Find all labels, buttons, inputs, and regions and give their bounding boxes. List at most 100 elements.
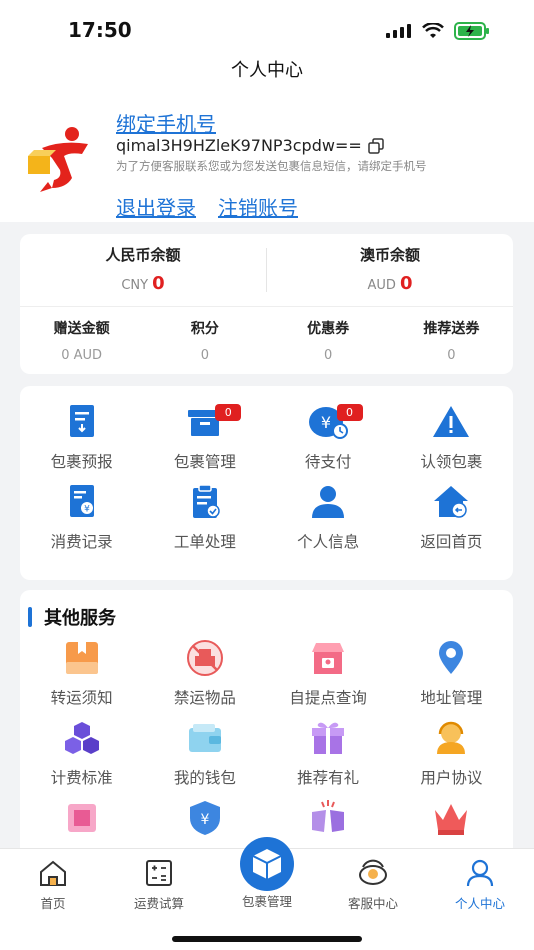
broken-package-icon xyxy=(312,800,345,832)
stat-label: 赠送金额 xyxy=(53,321,110,337)
action-back-home[interactable]: 返回首页 xyxy=(390,482,513,562)
stat-coupons[interactable]: 优惠券 0 xyxy=(267,318,390,363)
action-pending-payment[interactable]: ¥ 0 待支付 xyxy=(267,402,390,482)
service-pickup-point[interactable]: 自提点查询 xyxy=(267,638,390,718)
rmb-balance[interactable]: 人民币余额 CNY 0 xyxy=(20,244,266,294)
wifi-icon xyxy=(422,23,444,38)
account-id: qimal3H9HZleK97NP3cpdw== xyxy=(116,136,362,155)
action-expense-record[interactable]: ¥ 消费记录 xyxy=(20,482,143,562)
stat-value: 0 xyxy=(323,348,333,363)
support-agent-icon xyxy=(437,721,466,754)
section-title: 其他服务 xyxy=(44,608,116,629)
shield-yuan-icon: ¥ xyxy=(189,801,220,835)
service-label: 地址管理 xyxy=(420,689,483,707)
services-card: 其他服务 转运须知 禁运物品 自提点查询 地址管理 计费标准 我的钱包 推荐有礼… xyxy=(20,590,513,860)
divider xyxy=(20,306,513,307)
tab-parcel-manage-button[interactable] xyxy=(240,837,294,891)
gift-icon xyxy=(312,722,345,754)
tab-label: 个人中心 xyxy=(454,896,505,911)
service-shipping-notice[interactable]: 转运须知 xyxy=(20,638,143,718)
action-label: 消费记录 xyxy=(50,533,113,551)
section-accent-bar xyxy=(28,607,32,627)
rmb-balance-label: 人民币余额 xyxy=(105,246,181,264)
user-icon xyxy=(312,486,345,518)
action-label: 包裹预报 xyxy=(50,453,113,471)
book-icon xyxy=(65,642,98,674)
action-parcel-forecast[interactable]: 包裹预报 xyxy=(20,402,143,482)
cancel-account-link[interactable]: 注销账号 xyxy=(218,192,298,221)
rmb-balance-value: CNY 0 xyxy=(121,273,165,294)
wallet-icon xyxy=(188,724,221,752)
home-indicator xyxy=(172,936,362,942)
status-time: 17:50 xyxy=(68,18,132,42)
service-label: 计费标准 xyxy=(50,769,113,787)
service-label: 推荐有礼 xyxy=(297,769,360,787)
badge-parcel-count: 0 xyxy=(215,404,242,421)
service-label: 我的钱包 xyxy=(173,769,236,787)
forecast-icon xyxy=(69,405,94,437)
badge-pending-count: 0 xyxy=(336,404,363,421)
location-pin-icon xyxy=(439,641,464,674)
bottom-tab-bar: 首页 运费试算 包裹管理 客服中心 个人中心 xyxy=(0,837,534,950)
status-icons xyxy=(386,22,490,40)
calculator-icon xyxy=(146,860,172,886)
tab-freight-calc[interactable]: 运费试算 xyxy=(106,857,212,912)
service-label: 自提点查询 xyxy=(289,689,367,707)
actions-grid: ¥ 消费记录 工单处理 个人信息 返回首页 xyxy=(20,482,513,562)
services-grid: 计费标准 我的钱包 推荐有礼 用户协议 xyxy=(20,718,513,798)
service-prohibited-items[interactable]: 禁运物品 xyxy=(143,638,266,718)
tab-label-parcel: 包裹管理 xyxy=(241,894,292,909)
balance-card: 人民币余额 CNY 0 澳币余额 AUD 0 赠送金额 0 AUD 积分 0 优惠券… xyxy=(20,234,513,374)
tab-label: 运费试算 xyxy=(133,896,184,911)
logout-link[interactable]: 退出登录 xyxy=(116,192,196,221)
svg-text:¥: ¥ xyxy=(84,505,90,515)
service-referral-gift[interactable]: 推荐有礼 xyxy=(267,718,390,798)
service-pricing[interactable]: 计费标准 xyxy=(20,718,143,798)
status-bar: 17:50 xyxy=(0,0,534,54)
account-stats: 赠送金额 0 AUD 积分 0 优惠券 0 推荐送券 0 xyxy=(20,318,513,363)
account-id-row: qimal3H9HZleK97NP3cpdw== xyxy=(116,136,384,155)
service-label: 用户协议 xyxy=(420,769,483,787)
crown-icon xyxy=(435,804,468,835)
bind-phone-link[interactable]: 绑定手机号 xyxy=(116,108,216,137)
claim-warning-icon xyxy=(433,406,470,437)
tab-home[interactable]: 首页 xyxy=(0,857,106,912)
aud-balance[interactable]: 澳币余额 AUD 0 xyxy=(267,244,513,294)
action-personal-info[interactable]: 个人信息 xyxy=(267,482,390,562)
page-title: 个人中心 xyxy=(231,60,303,81)
cubes-icon xyxy=(64,722,99,754)
profile-links: 退出登录 注销账号 xyxy=(116,192,298,221)
action-label: 返回首页 xyxy=(420,533,483,551)
profile-header: 绑定手机号 qimal3H9HZleK97NP3cpdw== 为了方便客服联系您… xyxy=(0,98,534,222)
stat-gift-amount[interactable]: 赠送金额 0 AUD xyxy=(20,318,143,363)
section-header: 其他服务 xyxy=(28,604,116,630)
tab-label: 首页 xyxy=(40,896,66,911)
copy-icon[interactable] xyxy=(368,137,384,154)
nav-bar: 个人中心 xyxy=(0,54,534,98)
action-parcel-manage[interactable]: 0 包裹管理 xyxy=(143,402,266,482)
brand-logo xyxy=(28,127,88,192)
parcel-box-icon xyxy=(252,849,282,879)
services-grid: 转运须知 禁运物品 自提点查询 地址管理 xyxy=(20,638,513,718)
profile-user-icon xyxy=(466,859,494,887)
service-address-manage[interactable]: 地址管理 xyxy=(390,638,513,718)
action-label: 认领包裹 xyxy=(420,453,483,471)
stat-referral-coupons[interactable]: 推荐送券 0 xyxy=(390,318,513,363)
service-wallet[interactable]: 我的钱包 xyxy=(143,718,266,798)
battery-charging-icon xyxy=(454,22,489,40)
tab-customer-service[interactable]: 客服中心 xyxy=(320,857,426,912)
action-label: 包裹管理 xyxy=(173,453,236,471)
tab-profile[interactable]: 个人中心 xyxy=(427,857,533,912)
actions-grid: 包裹预报 0 包裹管理 ¥ 0 待支付 认领包裹 xyxy=(20,402,513,482)
service-user-agreement[interactable]: 用户协议 xyxy=(390,718,513,798)
svg-text:¥: ¥ xyxy=(321,413,331,432)
stat-label: 积分 xyxy=(190,321,219,337)
stat-points[interactable]: 积分 0 xyxy=(143,318,266,363)
stat-value: 0 AUD xyxy=(61,348,103,363)
actions-card: 包裹预报 0 包裹管理 ¥ 0 待支付 认领包裹 ¥ 消费记录 工单处理 个人信… xyxy=(20,386,513,580)
action-work-order[interactable]: 工单处理 xyxy=(143,482,266,562)
service-label: 禁运物品 xyxy=(173,689,236,707)
action-claim-parcel[interactable]: 认领包裹 xyxy=(390,402,513,482)
action-label: 个人信息 xyxy=(297,533,360,551)
service-label: 转运须知 xyxy=(50,689,113,707)
